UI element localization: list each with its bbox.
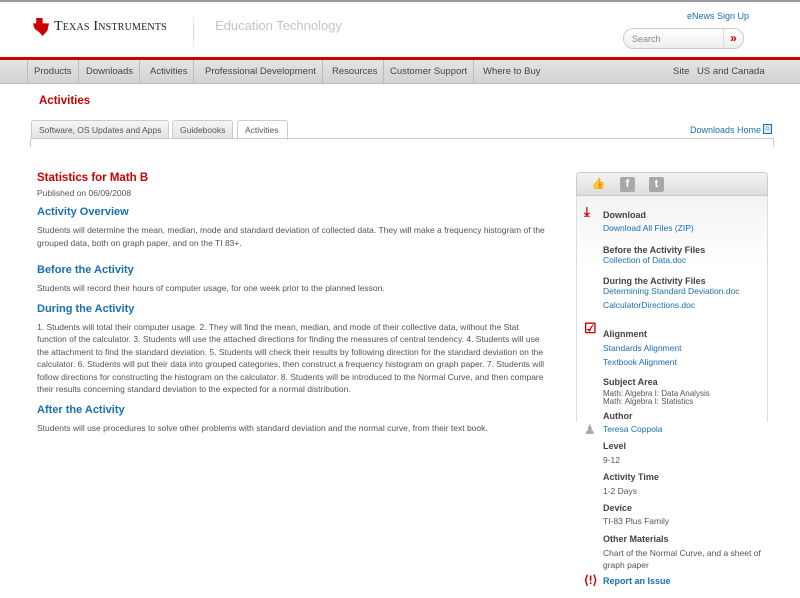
author-icon: ♟: [584, 422, 596, 437]
alignment-heading: Alignment: [603, 329, 647, 339]
author-heading: Author: [603, 411, 633, 421]
sidebar: 👍 f t ⤓ Download Download All Files (ZIP…: [576, 172, 768, 592]
subject-value: Math: Algebra I: Statistics: [603, 397, 694, 406]
ti-logo[interactable]: Texas Instruments: [33, 18, 167, 36]
file-link[interactable]: Collection of Data.doc: [603, 255, 686, 265]
download-icon: ⤓: [584, 204, 590, 219]
during-text: 1. Students will total their computer us…: [37, 321, 544, 395]
share-bar: 👍 f t: [576, 172, 768, 196]
site-label: Site: [673, 66, 690, 77]
after-text: Students will use procedures to solve ot…: [37, 422, 488, 433]
header-divider: [193, 14, 194, 50]
level-value: 9-12: [603, 455, 621, 465]
tab-software[interactable]: Software, OS Updates and Apps: [31, 120, 170, 139]
panel-border-left: [30, 139, 31, 147]
published-date: Published on 06/09/2008: [37, 188, 132, 198]
time-value: 1-2 Days: [603, 486, 638, 496]
overview-heading: Activity Overview: [37, 206, 129, 218]
standards-alignment-link[interactable]: Standards Alignment: [603, 343, 681, 353]
time-heading: Activity Time: [603, 472, 659, 482]
during-heading: During the Activity: [37, 302, 135, 315]
activity-content: Statistics for Math B Published on 06/09…: [37, 172, 549, 434]
download-heading: Download: [603, 210, 646, 220]
home-icon[interactable]: ⌂: [763, 124, 772, 134]
materials-heading: Other Materials: [603, 534, 669, 544]
device-value: TI-83 Plus Family: [603, 516, 670, 526]
level-heading: Level: [603, 441, 627, 451]
before-text: Students will record their hours of comp…: [37, 283, 385, 293]
brand-name: Texas Instruments: [54, 19, 167, 34]
nav-where-to-buy[interactable]: Where to Buy: [477, 60, 547, 84]
top-border: [0, 0, 800, 2]
file-link[interactable]: CalculatorDirections.doc: [603, 300, 695, 310]
search-go-button[interactable]: »: [723, 29, 743, 48]
enews-signup-link[interactable]: eNews Sign Up: [687, 11, 749, 21]
nav-products[interactable]: Products: [27, 60, 79, 84]
activity-title: Statistics for Math B: [37, 172, 149, 184]
before-files-heading: Before the Activity Files: [603, 245, 706, 255]
materials-value: Chart of the Normal Curve, and a sheet o…: [603, 548, 761, 570]
search-input[interactable]: Search: [624, 29, 723, 48]
like-icon[interactable]: 👍: [591, 177, 606, 192]
search-box[interactable]: Search»: [623, 28, 744, 49]
nav-professional-development[interactable]: Professional Development: [199, 60, 323, 84]
after-heading: After the Activity: [37, 403, 125, 416]
subject-area-heading: Subject Area: [603, 377, 658, 387]
ti-logo-icon: [33, 18, 49, 36]
tab-guidebooks[interactable]: Guidebooks: [172, 120, 234, 139]
textbook-alignment-link[interactable]: Textbook Alignment: [603, 357, 677, 367]
device-heading: Device: [603, 503, 633, 513]
report-issue-link[interactable]: Report an Issue: [603, 576, 671, 586]
overview-text: Students will determine the mean, median…: [37, 225, 545, 248]
before-heading: Before the Activity: [37, 264, 134, 276]
during-files-heading: During the Activity Files: [603, 276, 706, 286]
tab-divider: [30, 138, 774, 139]
tab-activities[interactable]: Activities: [237, 120, 288, 140]
page-heading: Activities: [39, 95, 91, 107]
nav-activities[interactable]: Activities: [144, 60, 195, 84]
file-link[interactable]: Determining Standard Deviation.doc: [603, 286, 740, 296]
alert-icon: ⟨!⟩: [584, 573, 598, 587]
main-nav: Products Downloads Activities Profession…: [0, 60, 800, 84]
downloads-home-link[interactable]: Downloads Home: [690, 125, 761, 135]
nav-customer-support[interactable]: Customer Support: [384, 60, 475, 84]
twitter-icon[interactable]: t: [649, 177, 664, 192]
download-all-link[interactable]: Download All Files (ZIP): [603, 223, 694, 233]
nav-resources[interactable]: Resources: [326, 60, 385, 84]
author-link[interactable]: Teresa Coppola: [603, 424, 663, 434]
site-selector[interactable]: US and Canada: [697, 60, 765, 83]
facebook-icon[interactable]: f: [620, 177, 635, 192]
panel-border-right: [773, 139, 774, 147]
section-title: Education Technology: [215, 18, 342, 33]
checkbox-icon: ☑: [584, 320, 597, 336]
nav-downloads[interactable]: Downloads: [80, 60, 140, 84]
